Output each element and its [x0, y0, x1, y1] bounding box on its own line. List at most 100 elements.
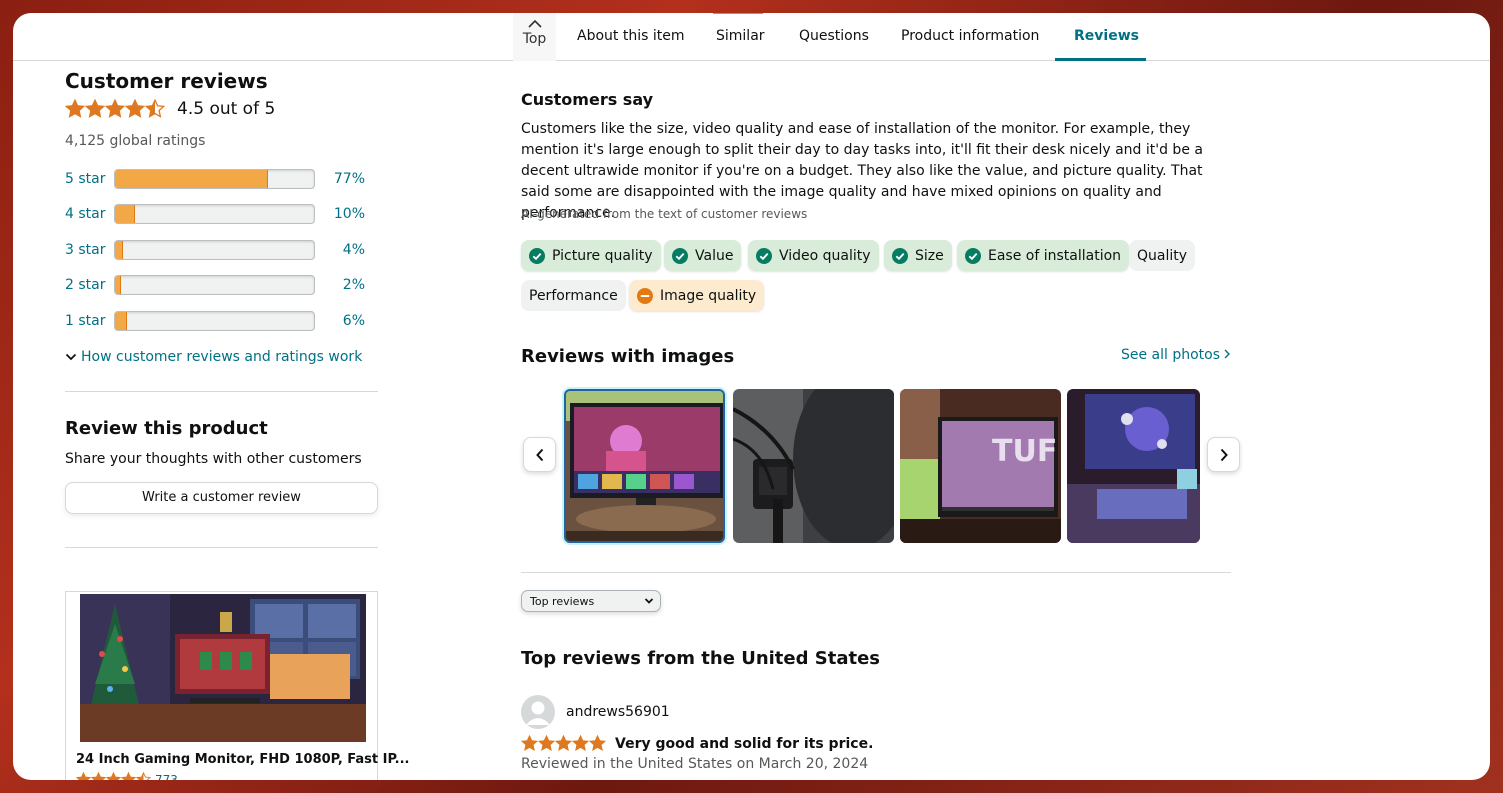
star-full-icon — [555, 735, 572, 752]
customers-say-heading: Customers say — [521, 90, 654, 109]
review-product-heading: Review this product — [65, 417, 268, 439]
histogram-star-label[interactable]: 4 star — [65, 206, 114, 222]
star-full-icon — [121, 772, 136, 780]
histogram-percent[interactable]: 6% — [315, 313, 365, 329]
star-full-icon — [125, 99, 145, 118]
carousel-next-button[interactable] — [1207, 437, 1240, 472]
aspect-chip-performance[interactable]: Performance — [521, 280, 626, 311]
star-full-icon — [91, 772, 106, 780]
chevron-right-icon — [1220, 448, 1228, 461]
sponsored-product-rating[interactable]: 773 — [76, 772, 178, 780]
histogram-star-label[interactable]: 3 star — [65, 242, 114, 258]
review-image-thumbnail[interactable]: TUF — [900, 389, 1061, 543]
histogram-row-5-star[interactable]: 5 star 77% — [65, 161, 378, 197]
histogram-bar-fill — [115, 240, 123, 259]
histogram-bar[interactable] — [114, 310, 315, 331]
review-image-thumbnail[interactable] — [564, 389, 725, 543]
histogram-bar-fill — [115, 276, 121, 295]
product-image[interactable] — [80, 594, 366, 742]
reviewer-name[interactable]: andrews56901 — [566, 704, 670, 720]
aspect-chip-label: Quality — [1137, 247, 1188, 264]
see-all-photos-link[interactable]: See all photos — [1121, 347, 1231, 363]
chevron-down-icon — [644, 598, 654, 604]
histogram-percent[interactable]: 4% — [315, 242, 365, 258]
chevron-up-icon — [527, 19, 542, 28]
global-ratings-count: 4,125 global ratings — [65, 133, 206, 149]
minus-circle-icon — [637, 287, 653, 304]
histogram-percent[interactable]: 77% — [315, 171, 365, 187]
histogram-bar-fill — [115, 311, 127, 330]
divider — [65, 546, 378, 548]
check-circle-icon — [756, 247, 772, 264]
review-product-subtitle: Share your thoughts with other customers — [65, 450, 362, 467]
histogram-row-2-star[interactable]: 2 star 2% — [65, 268, 378, 304]
nav-tab-similar[interactable]: Similar — [716, 28, 765, 44]
histogram-bar[interactable] — [114, 275, 315, 296]
review-date: Reviewed in the United States on March 2… — [521, 756, 869, 772]
star-half-icon — [145, 99, 165, 118]
star-rating-icon — [76, 772, 151, 780]
aspect-chip-label: Size — [915, 247, 944, 264]
aspect-chip-label: Video quality — [779, 247, 871, 264]
histogram-row-4-star[interactable]: 4 star 10% — [65, 197, 378, 233]
aspect-chip-video-quality[interactable]: Video quality — [748, 240, 879, 271]
aspect-chip-label: Picture quality — [552, 247, 653, 264]
aspect-chip-label: Ease of installation — [988, 247, 1122, 264]
star-full-icon — [589, 735, 606, 752]
svg-text:TUF: TUF — [992, 434, 1057, 469]
nav-tab-questions[interactable]: Questions — [799, 28, 869, 44]
review-photo-tuf-monitor: TUF — [900, 389, 1061, 543]
histogram-star-label[interactable]: 5 star — [65, 171, 114, 187]
histogram-bar[interactable] — [114, 168, 315, 189]
aspect-chip-label: Performance — [529, 287, 618, 304]
histogram-row-1-star[interactable]: 1 star 6% — [65, 303, 378, 339]
aspect-chip-picture-quality[interactable]: Picture quality — [521, 240, 661, 271]
histogram-star-label[interactable]: 1 star — [65, 313, 114, 329]
carousel-prev-button[interactable] — [523, 437, 556, 472]
histogram-star-label[interactable]: 2 star — [65, 277, 114, 293]
star-half-icon — [136, 772, 151, 780]
star-full-icon — [105, 99, 125, 118]
average-rating[interactable]: 4.5 out of 5 — [65, 99, 378, 119]
sponsored-product-title[interactable]: 24 Inch Gaming Monitor, FHD 1080P, Fast … — [76, 752, 409, 767]
sponsored-product-rating-count: 773 — [155, 772, 178, 781]
aspect-chip-ease-of-installation[interactable]: Ease of installation — [957, 240, 1130, 271]
ratings-summary: Customer reviews 4.5 out of 5 4,125 glob… — [65, 69, 378, 548]
review-photo-monitor-game — [566, 391, 723, 541]
histogram-bar[interactable] — [114, 204, 315, 225]
histogram-bar[interactable] — [114, 239, 315, 260]
chevron-down-icon — [65, 353, 77, 360]
sort-reviews-select[interactable]: Top reviews — [521, 590, 661, 612]
aspect-chip-size[interactable]: Size — [884, 240, 952, 271]
gaming-room-image — [80, 594, 366, 742]
review-headline[interactable]: Very good and solid for its price. — [615, 736, 873, 752]
histogram-percent[interactable]: 10% — [315, 206, 365, 222]
how-reviews-work-link[interactable]: How customer reviews and ratings work — [65, 349, 378, 365]
nav-tab-about[interactable]: About this item — [577, 28, 684, 44]
histogram-percent[interactable]: 2% — [315, 277, 365, 293]
aspect-chip-value[interactable]: Value — [664, 240, 742, 271]
aspect-chip-image-quality[interactable]: Image quality — [629, 280, 765, 311]
reviewer-profile[interactable]: andrews56901 — [521, 695, 670, 729]
nav-tab-reviews[interactable]: Reviews — [1074, 28, 1139, 44]
sponsored-product-card[interactable]: 24 Inch Gaming Monitor, FHD 1080P, Fast … — [65, 591, 409, 780]
nav-top-button[interactable]: Top — [513, 13, 556, 61]
chevron-right-icon — [1224, 349, 1230, 359]
divider — [521, 572, 1231, 573]
ai-generated-note: AI-generated from the text of customer r… — [521, 207, 808, 221]
divider — [65, 390, 378, 392]
histogram-bar-fill — [115, 169, 269, 188]
nav-tab-product-information[interactable]: Product information — [901, 28, 1039, 44]
star-full-icon — [76, 772, 91, 780]
histogram-row-3-star[interactable]: 3 star 4% — [65, 232, 378, 268]
check-circle-icon — [892, 247, 908, 264]
aspect-chip-quality[interactable]: Quality — [1129, 240, 1196, 271]
review-image-thumbnail[interactable] — [733, 389, 894, 543]
review-image-thumbnail[interactable] — [1067, 389, 1200, 543]
review-photo-monitor-mount — [733, 389, 894, 543]
top-reviews-heading: Top reviews from the United States — [521, 648, 881, 669]
check-circle-icon — [672, 247, 688, 264]
write-review-button[interactable]: Write a customer review — [65, 481, 378, 514]
review-title-line[interactable]: Very good and solid for its price. — [521, 735, 873, 752]
how-reviews-work-label: How customer reviews and ratings work — [81, 348, 363, 365]
